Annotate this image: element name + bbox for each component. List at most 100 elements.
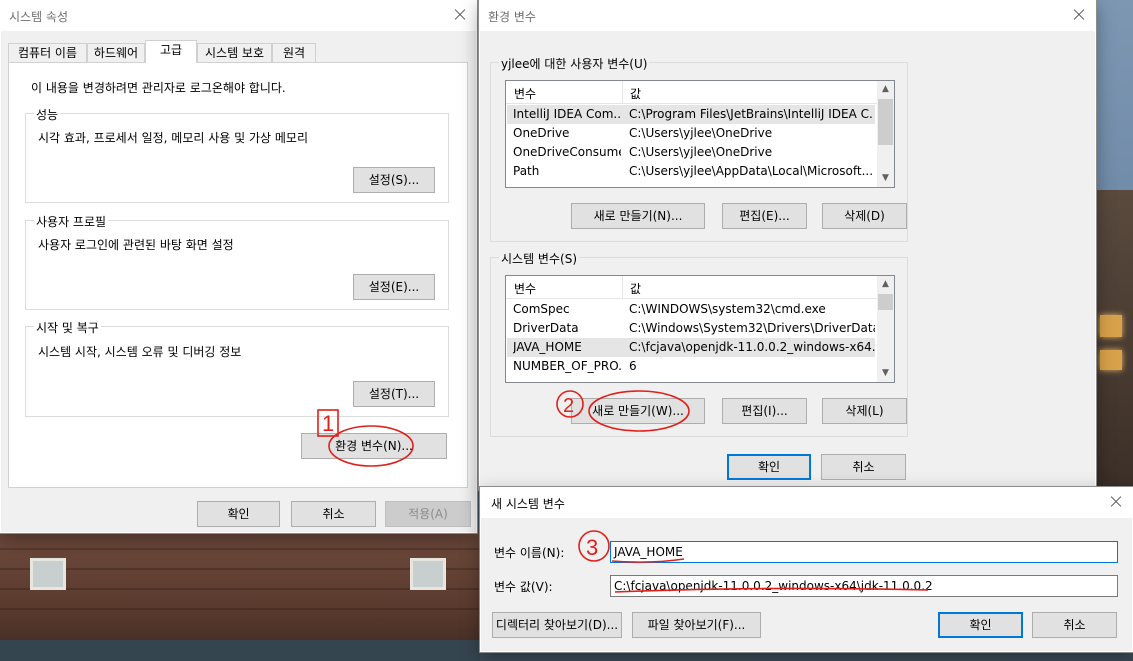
list-row[interactable]: NUMBER_OF_PRO... 6	[507, 357, 875, 376]
scroll-up-icon[interactable]: ▲	[877, 276, 894, 293]
var-name: IntelliJ IDEA Com...	[513, 107, 621, 121]
close-icon[interactable]	[1105, 491, 1127, 513]
group-label: 성능	[34, 106, 61, 123]
list-row[interactable]: IntelliJ IDEA Com... C:\Program Files\Je…	[507, 105, 875, 124]
close-icon[interactable]	[449, 4, 471, 26]
user-new-button[interactable]: 새로 만들기(N)...	[571, 203, 705, 229]
tab-advanced[interactable]: 고급	[145, 40, 197, 63]
tab-system-protection[interactable]: 시스템 보호	[197, 43, 272, 62]
var-value: C:\Users\yjlee\AppData\Local\Microsoft..…	[629, 164, 873, 178]
var-name: ComSpec	[513, 302, 570, 316]
scroll-down-icon[interactable]: ▼	[877, 170, 894, 187]
list-header: 변수 값	[506, 81, 894, 104]
cancel-button[interactable]: 취소	[821, 454, 906, 480]
window-title: 환경 변수	[488, 10, 536, 24]
var-value: C:\Windows\System32\Drivers\DriverData	[629, 321, 875, 335]
list-row[interactable]: DriverData C:\Windows\System32\Drivers\D…	[507, 319, 875, 338]
tab-hardware[interactable]: 하드웨어	[87, 43, 145, 62]
tab-page-advanced: 이 내용을 변경하려면 관리자로 로그온해야 합니다. 성능 시각 효과, 프로…	[8, 62, 468, 488]
var-name: OneDriveConsumer	[513, 145, 621, 159]
variable-value-label: 변수 값(V):	[494, 580, 553, 594]
lit-window	[1100, 315, 1122, 337]
system-variables-list[interactable]: 변수 값 ComSpec C:\WINDOWS\system32\cmd.exe…	[505, 275, 895, 383]
performance-settings-button[interactable]: 설정(S)...	[353, 167, 435, 193]
titlebar: 새 시스템 변수	[480, 487, 1133, 518]
var-value: C:\fcjava\openjdk-11.0.0.2_windows-x64..…	[629, 340, 875, 354]
var-name: OneDrive	[513, 126, 570, 140]
admin-note: 이 내용을 변경하려면 관리자로 로그온해야 합니다.	[31, 81, 286, 95]
list-row[interactable]: ComSpec C:\WINDOWS\system32\cmd.exe	[507, 300, 875, 319]
list-row[interactable]: OneDriveConsumer C:\Users\yjlee\OneDrive	[507, 143, 875, 162]
system-delete-button[interactable]: 삭제(L)	[822, 398, 907, 424]
var-value: C:\Users\yjlee\OneDrive	[629, 126, 773, 140]
titlebar: 시스템 속성	[0, 0, 477, 31]
browse-directory-button[interactable]: 디렉터리 찾아보기(D)...	[492, 612, 622, 638]
group-user-variables: yjlee에 대한 사용자 변수(U) 변수 값 IntelliJ IDEA C…	[490, 55, 908, 242]
column-header-value[interactable]: 값	[630, 280, 641, 297]
var-name: JAVA_HOME	[513, 340, 582, 354]
group-description: 사용자 로그인에 관련된 바탕 화면 설정	[38, 238, 234, 252]
scroll-thumb[interactable]	[878, 294, 893, 310]
startup-settings-button[interactable]: 설정(T)...	[353, 381, 435, 407]
group-user-profiles: 사용자 프로필 사용자 로그인에 관련된 바탕 화면 설정 설정(E)...	[25, 213, 449, 310]
lit-window	[1100, 350, 1122, 370]
group-startup-recovery: 시작 및 복구 시스템 시작, 시스템 오류 및 디버깅 정보 설정(T)...	[25, 319, 449, 417]
group-performance: 성능 시각 효과, 프로세서 일정, 메모리 사용 및 가상 메모리 설정(S)…	[25, 106, 449, 203]
column-header-name[interactable]: 변수	[514, 280, 536, 297]
user-delete-button[interactable]: 삭제(D)	[822, 203, 907, 229]
new-system-variable-dialog: 새 시스템 변수 변수 이름(N): JAVA_HOME 변수 값(V): C:…	[480, 487, 1133, 652]
var-name: DriverData	[513, 321, 579, 335]
list-row[interactable]: OneDrive C:\Users\yjlee\OneDrive	[507, 124, 875, 143]
column-header-name[interactable]: 변수	[514, 85, 536, 102]
group-description: 시각 효과, 프로세서 일정, 메모리 사용 및 가상 메모리	[38, 131, 308, 145]
scroll-down-icon[interactable]: ▼	[877, 365, 894, 382]
group-label: 시작 및 복구	[34, 319, 101, 336]
list-row[interactable]: Path C:\Users\yjlee\AppData\Local\Micros…	[507, 162, 875, 181]
list-header: 변수 값	[506, 276, 894, 299]
water	[0, 640, 480, 661]
user-profile-settings-button[interactable]: 설정(E)...	[353, 274, 435, 300]
titlebar: 환경 변수	[479, 0, 1096, 31]
apply-button[interactable]: 적용(A)	[385, 501, 471, 527]
system-properties-window: 시스템 속성 컴퓨터 이름 하드웨어 고급 시스템 보호 원격 이 내용을 변경…	[0, 0, 477, 533]
ok-button[interactable]: 확인	[938, 612, 1023, 638]
group-label: yjlee에 대한 사용자 변수(U)	[499, 55, 650, 72]
background-building	[1092, 190, 1133, 490]
house-window	[30, 558, 66, 590]
var-value: 6	[629, 359, 637, 373]
system-new-button[interactable]: 새로 만들기(W)...	[571, 398, 705, 424]
ok-button[interactable]: 확인	[727, 454, 811, 480]
cancel-button[interactable]: 취소	[1032, 612, 1117, 638]
var-name: NUMBER_OF_PRO...	[513, 359, 621, 373]
group-system-variables: 시스템 변수(S) 변수 값 ComSpec C:\WINDOWS\system…	[490, 250, 908, 437]
cancel-button[interactable]: 취소	[291, 501, 376, 527]
variable-value-input[interactable]: C:\fcjava\openjdk-11.0.0.2_windows-x64\j…	[610, 575, 1118, 597]
tab-computer-name[interactable]: 컴퓨터 이름	[8, 43, 87, 62]
group-description: 시스템 시작, 시스템 오류 및 디버깅 정보	[38, 345, 242, 359]
list-row[interactable]: JAVA_HOME C:\fcjava\openjdk-11.0.0.2_win…	[507, 338, 875, 357]
var-value: C:\Program Files\JetBrains\IntelliJ IDEA…	[629, 107, 873, 121]
group-label: 시스템 변수(S)	[499, 250, 579, 267]
browse-file-button[interactable]: 파일 찾아보기(F)...	[632, 612, 761, 638]
vertical-scrollbar[interactable]: ▲ ▼	[877, 81, 894, 187]
close-icon[interactable]	[1068, 4, 1090, 26]
user-edit-button[interactable]: 편집(E)...	[722, 203, 807, 229]
column-header-value[interactable]: 값	[630, 85, 641, 102]
house-window	[410, 558, 446, 590]
vertical-scrollbar[interactable]: ▲ ▼	[877, 276, 894, 382]
group-label: 사용자 프로필	[34, 213, 109, 230]
user-variables-list[interactable]: 변수 값 IntelliJ IDEA Com... C:\Program Fil…	[505, 80, 895, 188]
var-name: Path	[513, 164, 540, 178]
window-title: 새 시스템 변수	[491, 497, 565, 511]
tab-remote[interactable]: 원격	[272, 43, 316, 62]
var-value: C:\Users\yjlee\OneDrive	[629, 145, 773, 159]
ok-button[interactable]: 확인	[197, 501, 280, 527]
system-edit-button[interactable]: 편집(I)...	[722, 398, 807, 424]
window-title: 시스템 속성	[9, 10, 69, 24]
variable-name-input[interactable]: JAVA_HOME	[610, 541, 1118, 563]
scroll-up-icon[interactable]: ▲	[877, 81, 894, 98]
scroll-thumb[interactable]	[878, 99, 893, 145]
var-value: C:\WINDOWS\system32\cmd.exe	[629, 302, 826, 316]
variable-name-label: 변수 이름(N):	[494, 546, 565, 560]
environment-variables-button[interactable]: 환경 변수(N)...	[301, 433, 447, 459]
